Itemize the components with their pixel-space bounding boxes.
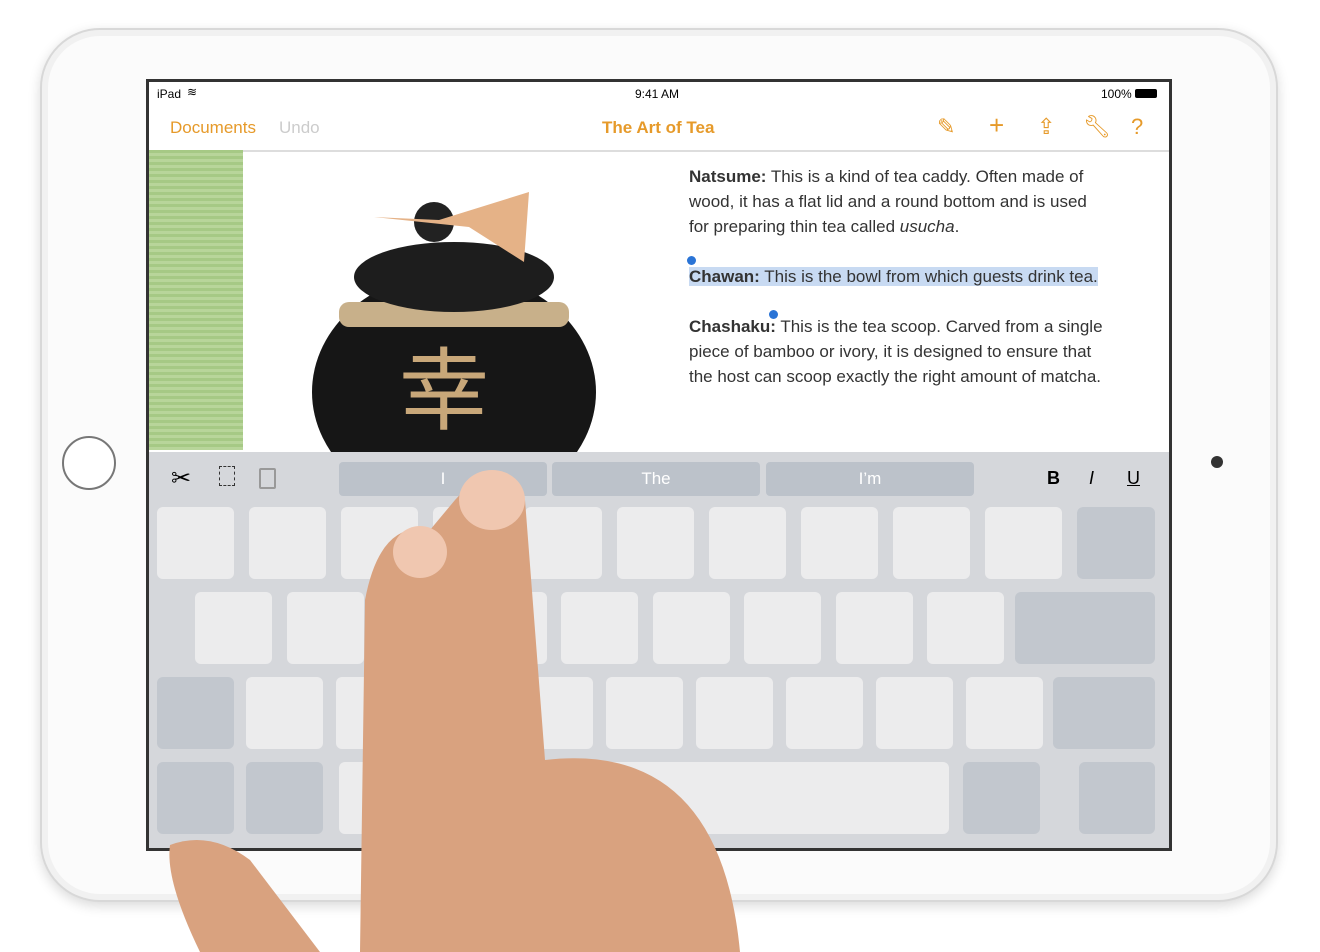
hand-overlay bbox=[169, 470, 740, 952]
